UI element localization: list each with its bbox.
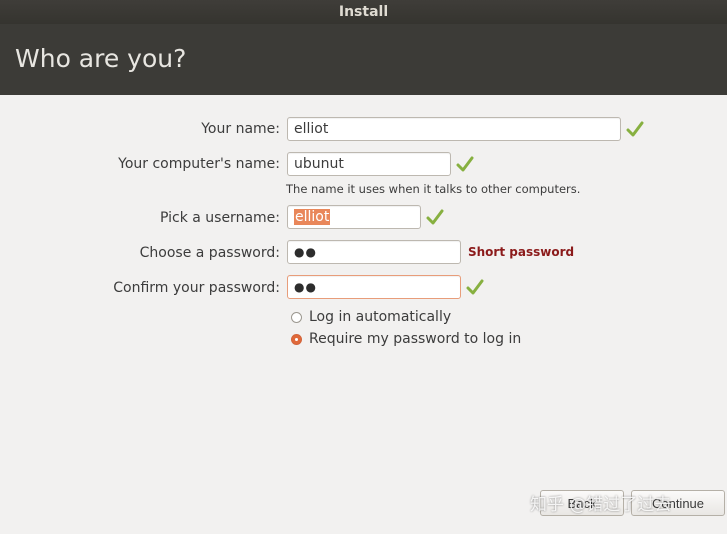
- name-valid-check-icon: [626, 121, 644, 137]
- login-require-label: Require my password to log in: [309, 331, 522, 347]
- password-input[interactable]: ●●: [287, 240, 461, 264]
- watermark: 知乎 @错过了过去: [530, 495, 672, 515]
- password-strength-warning: Short password: [468, 245, 575, 259]
- password-label: Choose a password:: [139, 245, 280, 261]
- confirm-password-input[interactable]: ●●: [287, 275, 461, 299]
- password-mask: ●●: [294, 245, 317, 259]
- computer-name-label: Your computer's name:: [118, 156, 280, 172]
- page-title: Who are you?: [15, 44, 187, 73]
- login-require-option[interactable]: Require my password to log in: [291, 331, 521, 347]
- confirm-password-mask: ●●: [294, 280, 317, 294]
- confirm-password-valid-check-icon: [466, 279, 484, 295]
- confirm-password-label: Confirm your password:: [113, 280, 280, 296]
- login-require-radio[interactable]: [291, 333, 302, 345]
- name-label: Your name:: [201, 121, 280, 137]
- login-auto-label: Log in automatically: [309, 309, 452, 325]
- computer-name-hint: The name it uses when it talks to other …: [286, 182, 581, 196]
- login-auto-radio[interactable]: [291, 311, 302, 323]
- window-titlebar: Install: [0, 0, 727, 24]
- name-input[interactable]: elliot: [287, 117, 621, 141]
- page-header: Who are you?: [0, 24, 727, 95]
- login-auto-option[interactable]: Log in automatically: [291, 309, 451, 325]
- window-title: Install: [338, 4, 389, 20]
- username-selected-text: elliot: [294, 209, 331, 225]
- username-valid-check-icon: [426, 209, 444, 225]
- computer-name-valid-check-icon: [456, 156, 474, 172]
- computer-name-input[interactable]: ubunut: [287, 152, 451, 176]
- username-input[interactable]: elliot: [287, 205, 421, 229]
- username-label: Pick a username:: [159, 210, 280, 226]
